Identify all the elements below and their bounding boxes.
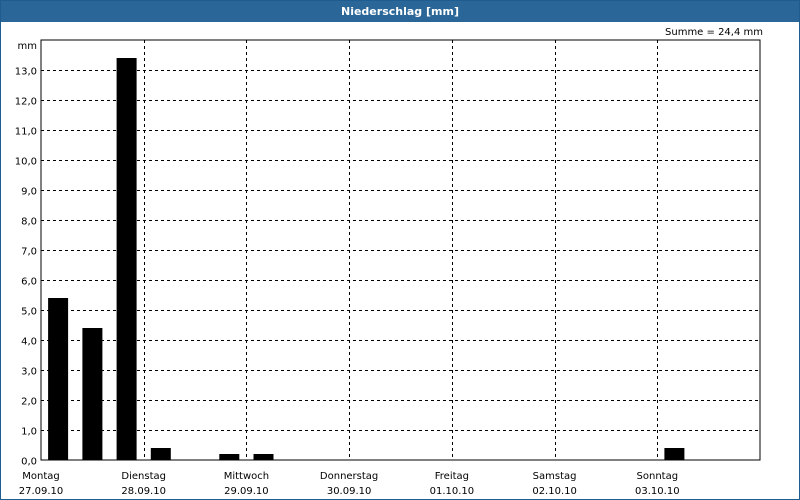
y-tick-label: 6,0 bbox=[21, 277, 37, 288]
precipitation-bar-chart: 0,0 1,0 2,0 3,0 4,0 5,0 6,0 7,0 8,0 9,0 10,0 11,0 12… bbox=[15, 39, 761, 497]
x-tick-weekday: Sonntag bbox=[637, 471, 679, 482]
y-tick-label: 2,0 bbox=[21, 397, 37, 408]
x-tick-weekday: Montag bbox=[22, 471, 59, 482]
y-tick-label: 5,0 bbox=[21, 307, 37, 318]
bar bbox=[664, 448, 685, 460]
y-tick-label: 10,0 bbox=[15, 157, 37, 168]
x-tick-weekday: Dienstag bbox=[121, 471, 166, 482]
bar bbox=[219, 454, 240, 460]
bar bbox=[82, 328, 103, 460]
y-axis-label: mm bbox=[18, 41, 37, 52]
y-tick-label: 12,0 bbox=[15, 97, 37, 108]
y-tick-label: 9,0 bbox=[21, 187, 37, 198]
x-tick-date: 02.10.10 bbox=[532, 486, 577, 497]
plot-area bbox=[40, 39, 761, 461]
x-tick-weekday: Freitag bbox=[435, 471, 469, 482]
x-tick-date: 03.10.10 bbox=[635, 486, 680, 497]
bar bbox=[116, 58, 137, 460]
y-tick-label: 13,0 bbox=[15, 67, 37, 78]
x-tick-date: 28.09.10 bbox=[121, 486, 166, 497]
x-tick-date: 01.10.10 bbox=[430, 486, 475, 497]
x-tick-weekday: Samstag bbox=[533, 471, 577, 482]
x-tick-date: 30.09.10 bbox=[327, 486, 372, 497]
y-tick-label: 4,0 bbox=[21, 337, 37, 348]
x-tick-weekday: Donnerstag bbox=[320, 471, 378, 482]
bar bbox=[253, 454, 274, 460]
y-tick-label: 11,0 bbox=[15, 127, 37, 138]
x-tick-date: 27.09.10 bbox=[19, 486, 64, 497]
y-tick-label: 0,0 bbox=[21, 457, 37, 468]
bar bbox=[150, 448, 171, 460]
y-tick-label: 3,0 bbox=[21, 367, 37, 378]
y-tick-label: 8,0 bbox=[21, 217, 37, 228]
y-tick-label: 1,0 bbox=[21, 427, 37, 438]
y-tick-label: 7,0 bbox=[21, 247, 37, 258]
bar bbox=[48, 298, 69, 460]
x-tick-weekday: Mittwoch bbox=[224, 471, 269, 482]
x-tick-date: 29.09.10 bbox=[224, 486, 269, 497]
